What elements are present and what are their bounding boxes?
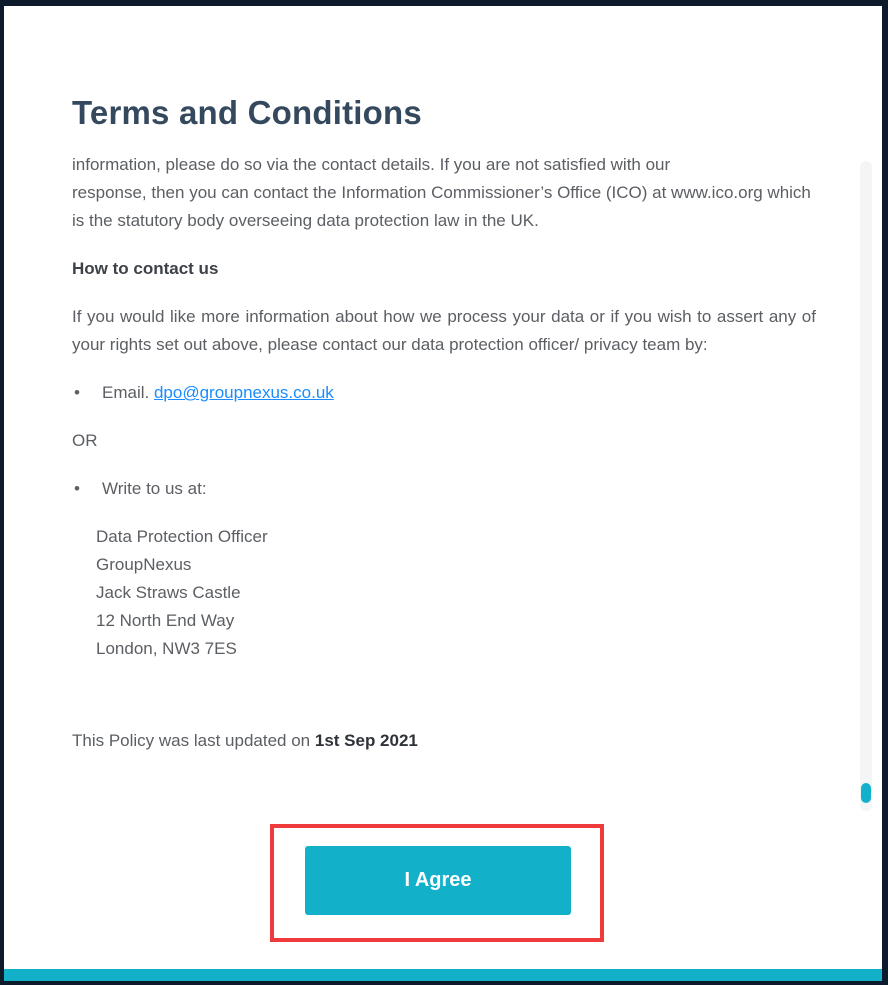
contact-heading: How to contact us [72, 259, 219, 278]
address-line: GroupNexus [96, 555, 192, 574]
email-label: Email. [102, 383, 150, 402]
email-bullet: • Email. dpo@groupnexus.co.uk [72, 379, 816, 407]
scrollbar[interactable] [860, 161, 872, 811]
address-line: Data Protection Officer [96, 527, 268, 546]
email-link[interactable]: dpo@groupnexus.co.uk [154, 383, 334, 402]
write-bullet: • Write to us at: [72, 475, 816, 503]
or-text: OR [72, 431, 98, 450]
terms-ico-paragraph: response, then you can contact the Infor… [72, 183, 811, 230]
terms-cut-line: information, please do so via the contac… [72, 155, 671, 174]
address-line: 12 North End Way [96, 611, 235, 630]
address-line: Jack Straws Castle [96, 583, 241, 602]
modal-title: Terms and Conditions [72, 94, 422, 131]
address-line: London, NW3 7ES [96, 639, 237, 658]
scrollbar-thumb[interactable] [861, 783, 871, 803]
updated-prefix: This Policy was last updated on [72, 731, 311, 750]
terms-modal: Terms and Conditions information, please… [4, 6, 882, 981]
agree-button[interactable]: I Agree [305, 846, 571, 915]
updated-date: 1st Sep 2021 [314, 731, 418, 750]
bullet-icon: • [74, 383, 80, 402]
bottom-accent-bar [4, 969, 882, 981]
terms-content: information, please do so via the contac… [72, 151, 816, 755]
write-label: Write to us at: [102, 479, 207, 498]
policy-updated: This Policy was last updated on 1st Sep … [72, 727, 816, 755]
postal-address: Data Protection Officer GroupNexus Jack … [72, 523, 816, 663]
contact-paragraph: If you would like more information about… [72, 307, 816, 354]
terms-scroll-area[interactable]: information, please do so via the contac… [72, 146, 824, 796]
bullet-icon: • [74, 479, 80, 498]
